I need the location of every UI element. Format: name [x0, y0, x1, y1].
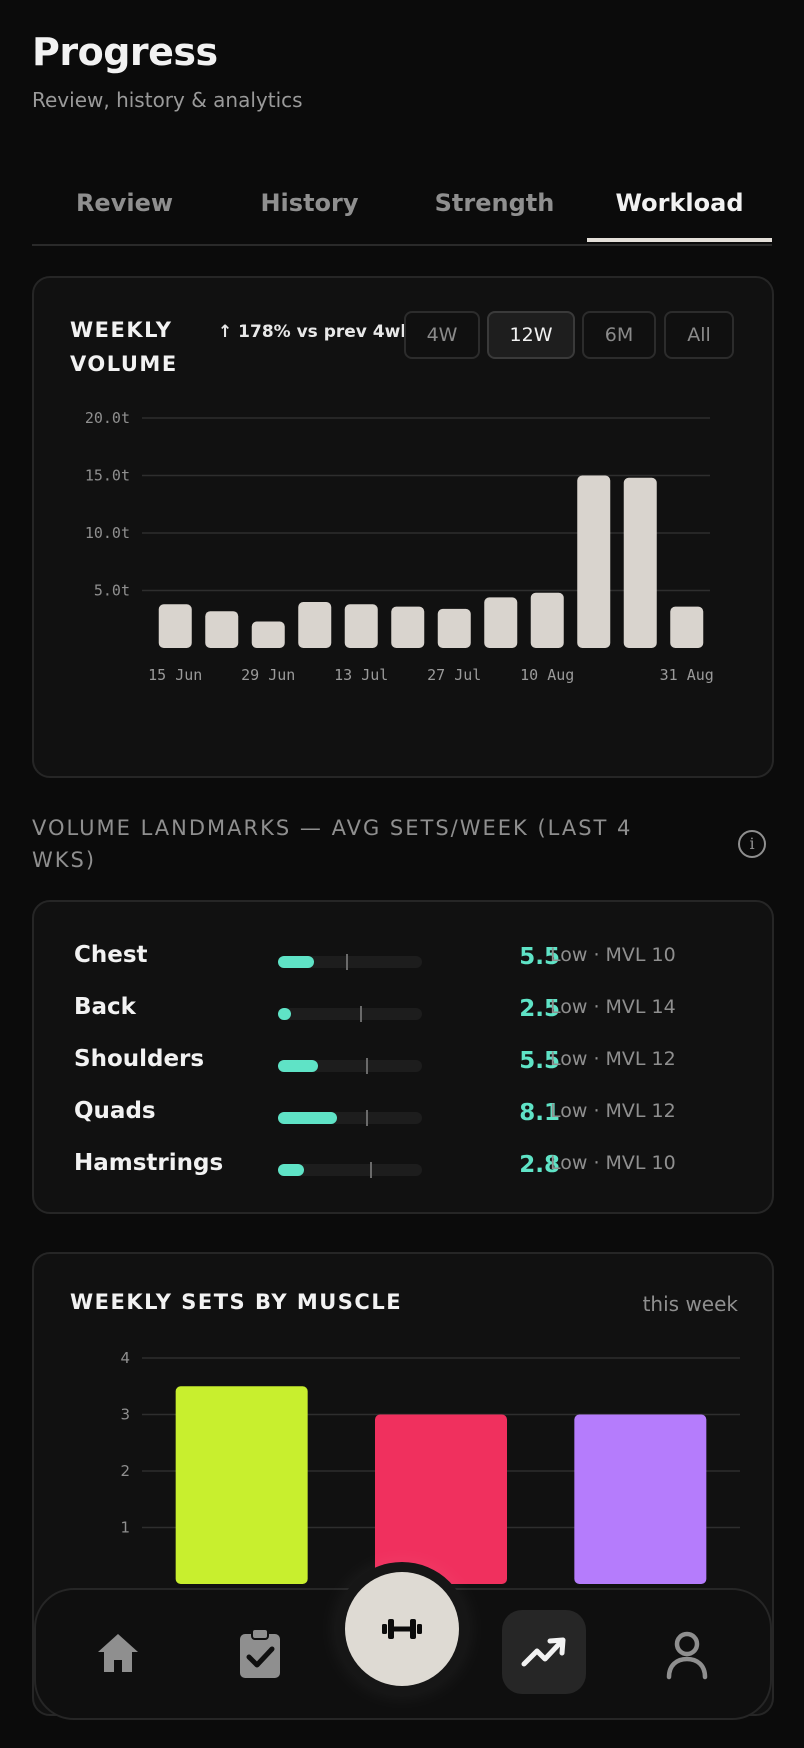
- landmark-value: 5.5: [519, 944, 560, 970]
- landmark-bar-fill: [278, 1060, 319, 1072]
- mvl-marker: [365, 1110, 368, 1126]
- landmark-name: Back: [74, 994, 136, 1020]
- clipboard-check-icon[interactable]: [236, 1626, 284, 1680]
- mvl-marker: [345, 954, 348, 970]
- x-tick-label: 10 Aug: [520, 666, 574, 684]
- landmark-bar: [278, 1006, 422, 1022]
- sets-by-muscle-title: WEEKLY SETS BY MUSCLE: [70, 1290, 403, 1314]
- y-tick-label: 20.0t: [85, 409, 130, 427]
- home-icon[interactable]: [94, 1630, 142, 1676]
- y-tick-label: 10.0t: [85, 524, 130, 542]
- landmark-value: 2.8: [519, 1152, 560, 1178]
- landmark-status: Low · MVL 12: [550, 1048, 676, 1070]
- landmark-row-back: Back 2.5 Low · MVL 14: [34, 994, 772, 1034]
- x-tick-label: 27 Jul: [427, 666, 481, 684]
- landmark-name: Chest: [74, 942, 148, 968]
- volume-bar: [623, 477, 657, 648]
- volume-bar: [158, 604, 192, 648]
- landmark-name: Hamstrings: [74, 1150, 224, 1176]
- landmark-value: 2.5: [519, 996, 560, 1022]
- landmark-value: 8.1: [519, 1100, 560, 1126]
- landmark-status: Low · MVL 12: [550, 1100, 676, 1122]
- landmark-bar-fill: [278, 1008, 291, 1020]
- weekly-volume-title-1: WEEKLY: [70, 318, 173, 342]
- landmark-status: Low · MVL 10: [550, 944, 676, 966]
- landmark-bar: [278, 1162, 422, 1178]
- volume-bar: [577, 475, 611, 648]
- volume-bar: [391, 606, 425, 648]
- landmark-bar-fill: [278, 956, 314, 968]
- landmark-bar: [278, 954, 422, 970]
- volume-bar: [205, 611, 239, 648]
- period-label: this week: [642, 1292, 738, 1316]
- landmark-bar: [278, 1110, 422, 1126]
- landmark-row-quads: Quads 8.1 Low · MVL 12: [34, 1098, 772, 1138]
- mvl-marker: [360, 1006, 363, 1022]
- volume-bar: [484, 597, 518, 648]
- volume-landmarks-card: Chest 5.5 Low · MVL 10 Back 2.5 Low · MV…: [32, 900, 774, 1214]
- range-12w-button[interactable]: 12W: [487, 311, 575, 359]
- y-tick-label: 1: [120, 1519, 130, 1537]
- range-4w-button[interactable]: 4W: [404, 311, 480, 359]
- volume-bar: [670, 606, 704, 648]
- muscle-sets-bar: [574, 1414, 707, 1584]
- mvl-marker: [365, 1058, 368, 1074]
- volume-bar: [530, 592, 564, 648]
- user-icon[interactable]: [664, 1630, 710, 1680]
- volume-bar: [344, 604, 378, 648]
- x-tick-label: 13 Jul: [334, 666, 388, 684]
- weekly-volume-title-2: VOLUME: [70, 352, 178, 376]
- landmark-row-shoulders: Shoulders 5.5 Low · MVL 12: [34, 1046, 772, 1086]
- landmark-bar: [278, 1058, 422, 1074]
- trending-up-icon[interactable]: [520, 1634, 568, 1670]
- x-tick-label: 15 Jun: [148, 666, 202, 684]
- landmark-bar-fill: [278, 1112, 338, 1124]
- volume-bar: [251, 621, 285, 648]
- info-icon[interactable]: i: [738, 830, 766, 858]
- landmark-status: Low · MVL 10: [550, 1152, 676, 1174]
- x-tick-label: 29 Jun: [241, 666, 295, 684]
- page-subtitle: Review, history & analytics: [32, 88, 303, 112]
- muscle-sets-bar: [175, 1386, 308, 1584]
- y-tick-label: 4: [120, 1349, 130, 1367]
- y-tick-label: 5.0t: [94, 582, 130, 600]
- landmarks-heading: VOLUME LANDMARKS — AVG SETS/WEEK (LAST 4…: [32, 816, 633, 872]
- tab-history[interactable]: History: [217, 178, 402, 242]
- volume-bar: [298, 602, 332, 648]
- tab-review[interactable]: Review: [32, 178, 217, 242]
- landmark-bar-fill: [278, 1164, 304, 1176]
- weekly-volume-card: WEEKLY VOLUME ↑ 178% vs prev 4wk 4W 12W …: [32, 276, 774, 778]
- start-workout-button[interactable]: [345, 1572, 459, 1686]
- volume-bar: [437, 608, 471, 648]
- tab-workload[interactable]: Workload: [587, 178, 772, 242]
- y-tick-label: 2: [120, 1462, 130, 1480]
- range-all-button[interactable]: All: [664, 311, 734, 359]
- landmark-value: 5.5: [519, 1048, 560, 1074]
- muscle-sets-bar: [375, 1414, 507, 1584]
- y-tick-label: 15.0t: [85, 467, 130, 485]
- landmark-row-hamstrings: Hamstrings 2.8 Low · MVL 10: [34, 1150, 772, 1190]
- y-tick-label: 3: [120, 1406, 130, 1424]
- tab-bar: Review History Strength Workload: [32, 178, 772, 246]
- landmark-name: Quads: [74, 1098, 156, 1124]
- page-title: Progress: [32, 30, 218, 74]
- volume-change-label: ↑ 178% vs prev 4wk: [218, 322, 406, 342]
- tab-strength[interactable]: Strength: [402, 178, 587, 242]
- range-6m-button[interactable]: 6M: [582, 311, 656, 359]
- x-tick-label: 31 Aug: [660, 666, 714, 684]
- landmark-row-chest: Chest 5.5 Low · MVL 10: [34, 942, 772, 982]
- weekly-volume-chart: 5.0t 10.0t 15.0t 20.0t 15 Jun 29 Jun 13 Jul 27 …: [85, 409, 714, 684]
- landmark-status: Low · MVL 14: [550, 996, 676, 1018]
- mvl-marker: [370, 1162, 373, 1178]
- landmark-name: Shoulders: [74, 1046, 205, 1072]
